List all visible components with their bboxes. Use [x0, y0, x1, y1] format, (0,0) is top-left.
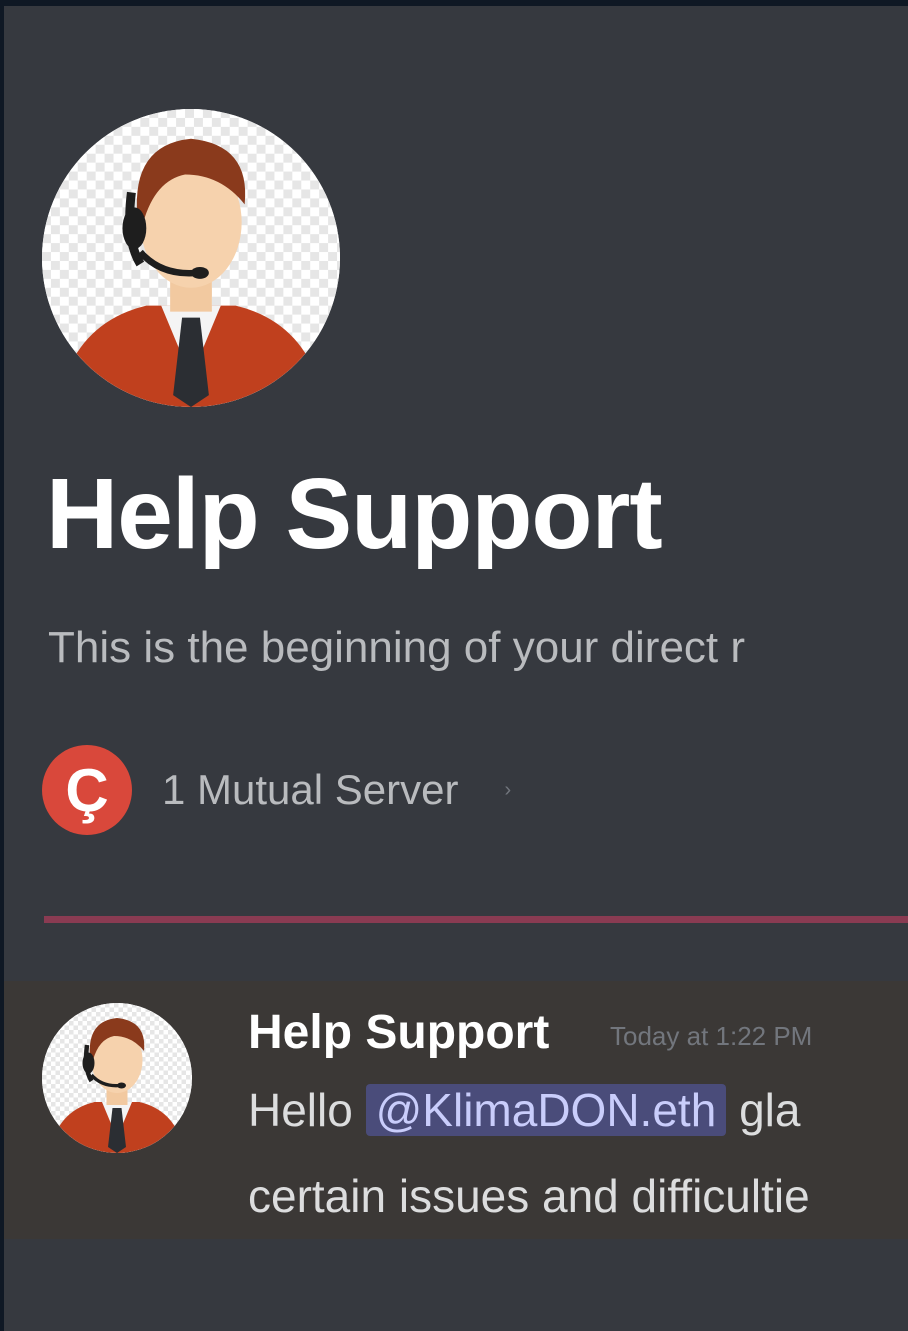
message-greeting: Hello: [248, 1084, 353, 1136]
message-item[interactable]: Help Support Today at 1:22 PM Hello @Kli…: [4, 981, 908, 1239]
message-author-name[interactable]: Help Support: [248, 1005, 549, 1060]
mutual-servers-button[interactable]: Ç 1 Mutual Server ›: [42, 744, 511, 836]
message-content-line-1: Hello @KlimaDON.eth gla: [248, 1075, 800, 1145]
message-author-avatar[interactable]: [42, 1003, 192, 1153]
new-messages-divider: [44, 916, 908, 923]
support-agent-avatar-icon: [42, 1003, 192, 1153]
dm-channel-view: Help Support This is the beginning of yo…: [4, 6, 908, 1331]
mutual-servers-label: 1 Mutual Server: [162, 766, 459, 813]
dm-beginning-text: This is the beginning of your direct r: [48, 623, 746, 672]
dm-title: Help Support: [46, 458, 663, 570]
user-mention[interactable]: @KlimaDON.eth: [365, 1084, 727, 1136]
message-content-line-2: certain issues and difficultie: [248, 1170, 810, 1222]
server-icon: Ç: [42, 745, 132, 835]
message-text-after-mention: gla: [739, 1084, 801, 1136]
message-timestamp: Today at 1:22 PM: [610, 1021, 813, 1051]
support-agent-avatar-icon: [42, 109, 340, 407]
chevron-icon: ›: [504, 778, 512, 801]
user-avatar-large[interactable]: [42, 109, 340, 407]
